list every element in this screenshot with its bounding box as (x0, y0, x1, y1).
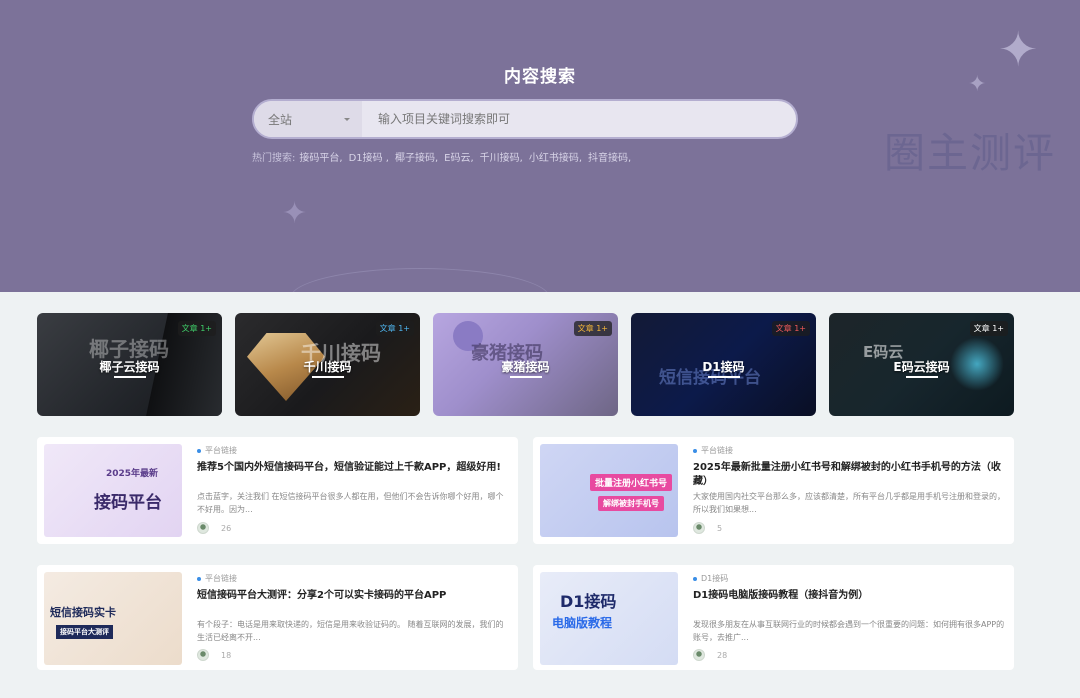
article-count-badge: 文章 1+ (375, 321, 414, 336)
article-title[interactable]: D1接码电脑版接码教程（接抖音为例） (693, 589, 1005, 603)
divider (114, 376, 146, 378)
article-card[interactable]: 2025年最新 接码平台 平台链接 推荐5个国内外短信接码平台，短信验证能过上千… (37, 437, 518, 544)
divider (312, 376, 344, 378)
page-title: 内容搜索 (504, 67, 576, 87)
thumbnail-subtitle: 接码平台大测评 (56, 625, 113, 639)
category-card-yezi[interactable]: 椰子接码 文章 1+ 椰子云接码 (37, 313, 222, 416)
dot-icon (693, 576, 697, 581)
article-excerpt: 有个段子：电话是用来取快递的，短信是用来收验证码的。 随着互联网的发展，我们的生… (197, 620, 504, 642)
article-title[interactable]: 2025年最新批量注册小红书号和解绑被封的小红书手机号的方法（收藏） (693, 461, 1005, 489)
article-meta: 18 (197, 649, 231, 661)
article-excerpt: 发现很多朋友在从事互联网行业的时候都会遇到一个很重要的问题：如何拥有很多APP的… (693, 620, 1005, 642)
article-meta: 5 (693, 522, 722, 534)
hot-search-link[interactable]: E码云, (444, 149, 474, 164)
thumbnail-title: 接码平台 (94, 493, 162, 513)
divider (510, 376, 542, 378)
category-name: D1接码 (702, 360, 745, 374)
search-hero: ✦ ✦ ✦ 圈主测评 内容搜索 全站 热门搜索: 接码平台, D1接码 , 椰子… (0, 0, 1080, 292)
view-count: 26 (221, 523, 232, 533)
article-title[interactable]: 短信接码平台大测评：分享2个可以实卡接码的平台APP (197, 589, 509, 603)
article-meta: 26 (197, 522, 231, 534)
article-excerpt: 点击蓝字，关注我们 在短信接码平台很多人都在用，但他们不会告诉你哪个好用，哪个不… (197, 492, 504, 514)
hot-search-link[interactable]: 椰子接码, (395, 149, 438, 164)
search-scope-select[interactable]: 全站 (254, 101, 362, 137)
hot-search-link[interactable]: 接码平台, (299, 149, 342, 164)
article-card[interactable]: D1接码 电脑版教程 D1接码 D1接码电脑版接码教程（接抖音为例） 发现很多朋… (533, 565, 1014, 670)
view-count: 5 (717, 523, 723, 533)
avatar[interactable] (693, 522, 705, 534)
article-count-badge: 文章 1+ (969, 321, 1008, 336)
category-card-haozhu[interactable]: 豪猪接码 文章 1+ 豪猪接码 (433, 313, 618, 416)
thumbnail-subtitle: 2025年最新 (106, 469, 159, 479)
search-box: 全站 (252, 99, 798, 139)
view-count: 28 (717, 650, 728, 660)
article-count-badge: 文章 1+ (771, 321, 810, 336)
hot-search-link[interactable]: 小红书接码, (529, 149, 582, 164)
article-card[interactable]: 短信接码实卡 接码平台大测评 平台链接 短信接码平台大测评：分享2个可以实卡接码… (37, 565, 518, 670)
hot-search-label: 热门搜索: (252, 153, 296, 164)
article-category[interactable]: D1接码 (693, 573, 728, 584)
article-thumbnail[interactable]: 短信接码实卡 接码平台大测评 (44, 572, 182, 665)
category-card-emayun[interactable]: E码云 文章 1+ E码云接码 (829, 313, 1014, 416)
hot-search-link[interactable]: D1接码 , (349, 149, 389, 164)
watermark: 圈主测评 (884, 129, 1056, 177)
dot-icon (197, 448, 201, 453)
article-title[interactable]: 推荐5个国内外短信接码平台，短信验证能过上千款APP，超级好用! (197, 461, 509, 475)
category-card-qianchuan[interactable]: 千川接码 文章 1+ 千川接码 (235, 313, 420, 416)
chevron-down-icon (344, 118, 350, 121)
article-excerpt: 大家使用国内社交平台那么多，应该都清楚，所有平台几乎都是用手机号注册和登录的，所… (693, 492, 1005, 514)
hot-search-link[interactable]: 抖音接码, (588, 149, 631, 164)
thumbnail-title: D1接码 (560, 592, 617, 611)
article-category[interactable]: 平台链接 (197, 445, 237, 456)
article-card[interactable]: 批量注册小红书号 解绑被封手机号 平台链接 2025年最新批量注册小红书号和解绑… (533, 437, 1014, 544)
hot-searches: 热门搜索: 接码平台, D1接码 , 椰子接码, E码云, 千川接码, 小红书接… (252, 149, 637, 164)
avatar[interactable] (693, 649, 705, 661)
category-name: 豪猪接码 (501, 360, 550, 374)
search-input[interactable] (362, 101, 796, 137)
category-name: 千川接码 (303, 360, 352, 374)
article-thumbnail[interactable]: D1接码 电脑版教程 (540, 572, 678, 665)
category-cards: 椰子接码 文章 1+ 椰子云接码 千川接码 文章 1+ 千川接码 豪猪接码 文章… (37, 313, 1014, 416)
article-category[interactable]: 平台链接 (693, 445, 733, 456)
view-count: 18 (221, 650, 232, 660)
avatar[interactable] (197, 649, 209, 661)
article-count-badge: 文章 1+ (573, 321, 612, 336)
article-thumbnail[interactable]: 2025年最新 接码平台 (44, 444, 182, 537)
divider (906, 376, 938, 378)
thumbnail-title: 短信接码实卡 (50, 606, 116, 619)
article-category[interactable]: 平台链接 (197, 573, 237, 584)
thumbnail-subtitle: 解绑被封手机号 (598, 496, 664, 511)
category-name: E码云接码 (893, 360, 950, 374)
dot-icon (197, 576, 201, 581)
article-meta: 28 (693, 649, 727, 661)
sparkle-icon: ✦ (282, 196, 308, 231)
thumbnail-subtitle: 电脑版教程 (552, 616, 613, 630)
hot-search-link[interactable]: 千川接码, (480, 149, 523, 164)
avatar[interactable] (197, 522, 209, 534)
article-count-badge: 文章 1+ (177, 321, 216, 336)
category-card-d1[interactable]: 短信接码平台 文章 1+ D1接码 (631, 313, 816, 416)
category-name: 椰子云接码 (99, 360, 160, 374)
divider (708, 376, 740, 378)
thumbnail-title: 批量注册小红书号 (590, 474, 673, 491)
search-scope-value: 全站 (268, 112, 293, 127)
article-thumbnail[interactable]: 批量注册小红书号 解绑被封手机号 (540, 444, 678, 537)
decorative-curve (290, 268, 550, 292)
dot-icon (693, 448, 697, 453)
